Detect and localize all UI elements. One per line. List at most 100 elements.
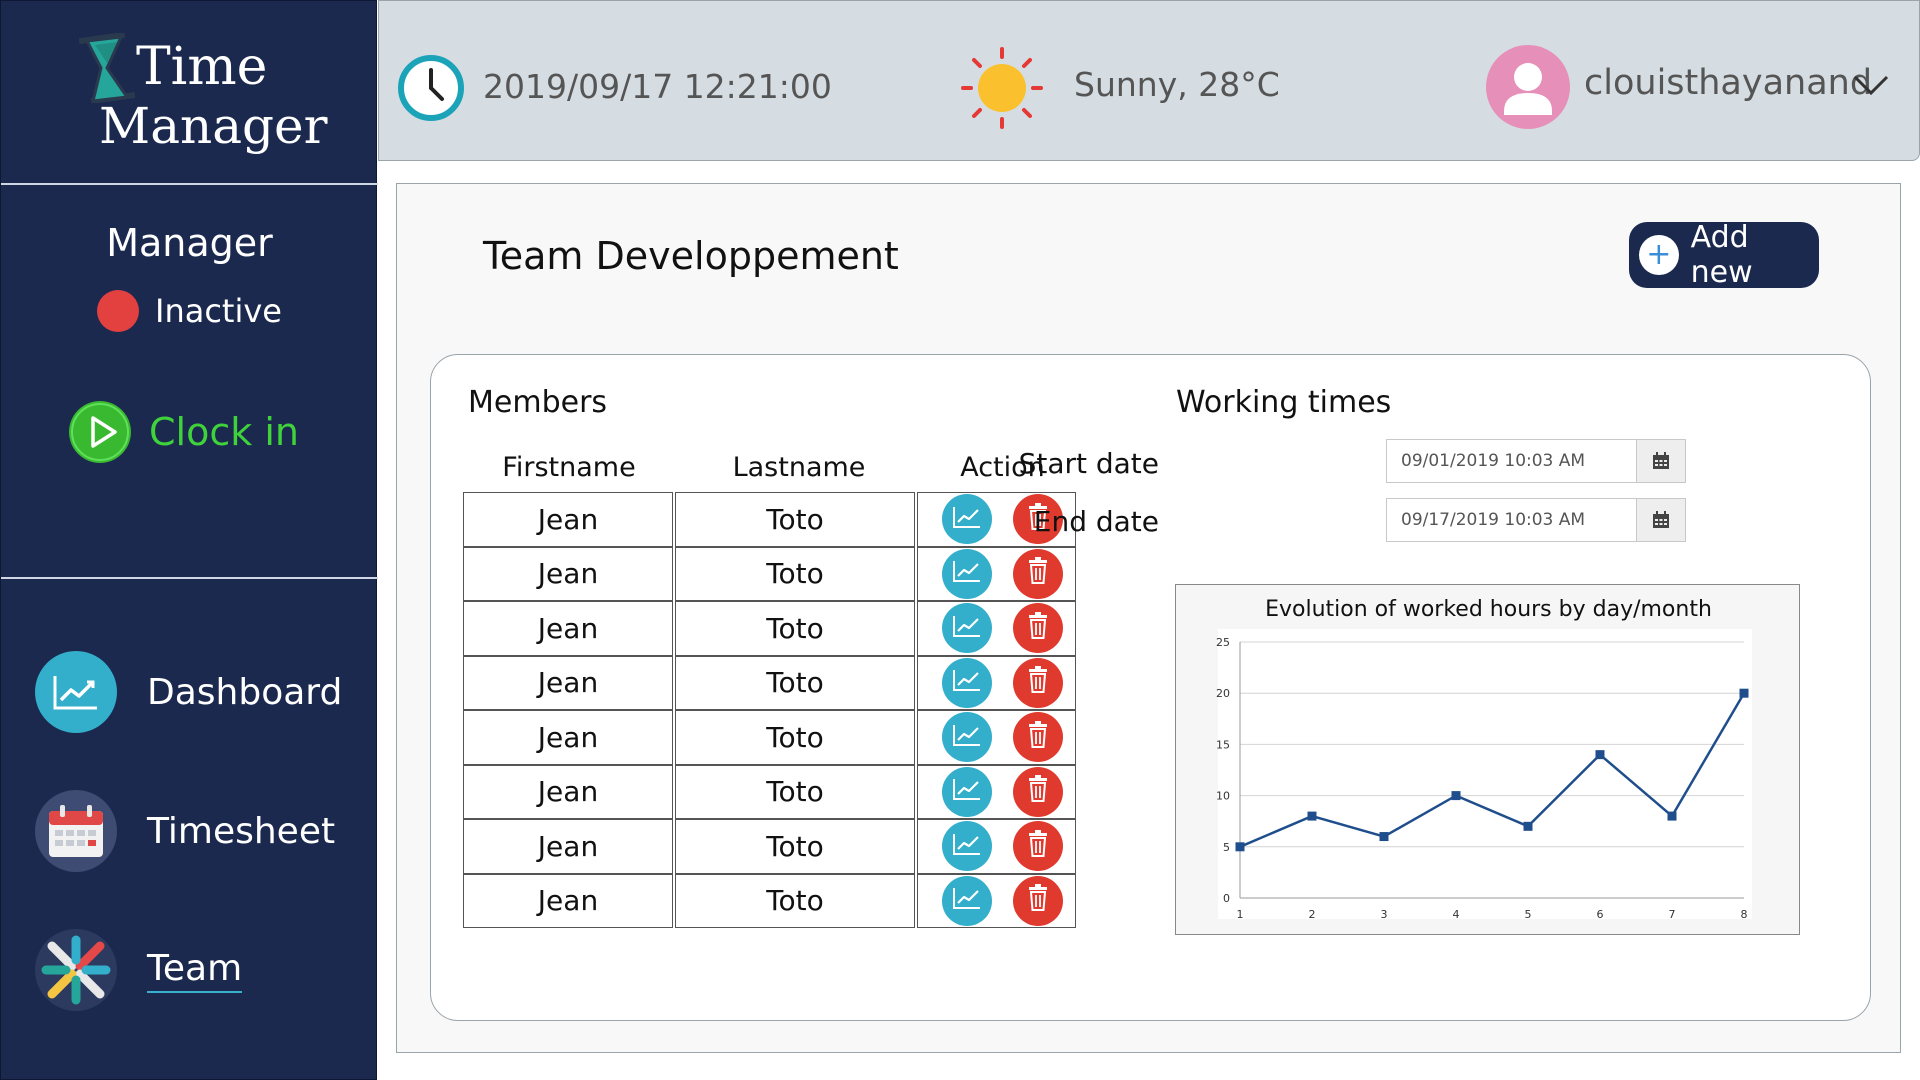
delete-member-button[interactable] xyxy=(1013,766,1063,817)
cell-firstname: Jean xyxy=(463,601,673,656)
x-tick-label: 6 xyxy=(1597,908,1604,921)
sidebar-item-dashboard[interactable]: Dashboard xyxy=(35,651,342,733)
status-dot-icon xyxy=(97,290,139,332)
x-tick-label: 7 xyxy=(1669,908,1676,921)
trash-icon xyxy=(1026,774,1050,809)
column-header-lastname: Lastname xyxy=(732,452,866,483)
view-stats-button[interactable] xyxy=(942,603,992,654)
data-point xyxy=(1379,832,1389,842)
chart-icon xyxy=(952,612,982,645)
table-row: Jean Toto xyxy=(463,819,1076,874)
data-point xyxy=(1667,811,1677,821)
view-stats-button[interactable] xyxy=(942,875,992,926)
sidebar: Time Manager Manager Inactive Clock in D… xyxy=(0,0,378,1080)
username[interactable]: clouisthayanand xyxy=(1584,63,1872,103)
sidebar-item-timesheet[interactable]: Timesheet xyxy=(35,790,335,872)
end-date-input[interactable] xyxy=(1386,498,1636,542)
sidebar-item-team[interactable]: Team xyxy=(35,929,243,1011)
view-stats-button[interactable] xyxy=(942,548,992,599)
cell-action xyxy=(917,873,1076,928)
end-date-label: End date xyxy=(1033,505,1159,538)
start-date-calendar-button[interactable] xyxy=(1636,439,1686,483)
dashboard-chart-icon xyxy=(35,651,117,733)
main-panel: Team Developpement + Add new Members Fir… xyxy=(396,183,1901,1053)
cell-action xyxy=(917,710,1076,765)
chart-icon xyxy=(952,557,982,590)
cell-action xyxy=(917,764,1076,819)
cell-action xyxy=(917,546,1076,601)
status-indicator: Inactive xyxy=(97,289,282,333)
start-date-label: Start date xyxy=(1018,447,1159,480)
clock-icon xyxy=(398,55,464,121)
current-datetime: 2019/09/17 12:21:00 xyxy=(483,67,832,106)
view-stats-button[interactable] xyxy=(942,712,992,763)
cell-firstname: Jean xyxy=(463,492,673,547)
y-tick-label: 15 xyxy=(1216,738,1230,751)
app-window: Time Manager Manager Inactive Clock in D… xyxy=(0,0,1920,1080)
y-tick-label: 5 xyxy=(1223,841,1230,854)
end-date-field xyxy=(1386,498,1686,542)
add-new-label: Add new xyxy=(1690,220,1753,290)
calendar-small-icon xyxy=(1653,511,1669,528)
plus-icon: + xyxy=(1639,235,1679,275)
chart-icon xyxy=(952,721,982,754)
cell-firstname: Jean xyxy=(463,819,673,874)
view-stats-button[interactable] xyxy=(942,657,992,708)
cell-firstname: Jean xyxy=(463,546,673,601)
delete-member-button[interactable] xyxy=(1013,875,1063,926)
plot-area xyxy=(1218,629,1752,919)
x-tick-label: 8 xyxy=(1741,908,1748,921)
delete-member-button[interactable] xyxy=(1013,603,1063,654)
trash-icon xyxy=(1026,720,1050,755)
trash-icon xyxy=(1026,883,1050,918)
cell-lastname: Toto xyxy=(675,546,915,601)
cell-lastname: Toto xyxy=(675,710,915,765)
worked-hours-chart: Evolution of worked hours by day/month 0… xyxy=(1175,584,1800,935)
calendar-small-icon xyxy=(1653,452,1669,469)
chevron-down-icon[interactable] xyxy=(1851,69,1891,101)
avatar[interactable] xyxy=(1486,45,1570,129)
data-point xyxy=(1451,791,1461,801)
table-row: Jean Toto xyxy=(463,710,1076,765)
y-tick-label: 10 xyxy=(1216,790,1230,803)
column-header-firstname: Firstname xyxy=(502,452,636,483)
logo-text-time: Time xyxy=(136,37,268,97)
add-new-button[interactable]: + Add new xyxy=(1629,220,1819,290)
x-tick-label: 4 xyxy=(1453,908,1460,921)
page-title: Team Developpement xyxy=(483,234,899,278)
start-date-field xyxy=(1386,439,1686,483)
sun-icon xyxy=(961,47,1043,129)
delete-member-button[interactable] xyxy=(1013,657,1063,708)
x-tick-label: 2 xyxy=(1309,908,1316,921)
x-tick-label: 1 xyxy=(1237,908,1244,921)
start-date-input[interactable] xyxy=(1386,439,1636,483)
view-stats-button[interactable] xyxy=(942,766,992,817)
data-point xyxy=(1595,750,1605,760)
cell-lastname: Toto xyxy=(675,492,915,547)
play-icon xyxy=(69,401,131,463)
trash-icon xyxy=(1026,556,1050,591)
end-date-calendar-button[interactable] xyxy=(1636,498,1686,542)
app-logo[interactable]: Time Manager xyxy=(71,27,331,157)
weather-text: Sunny, 28°C xyxy=(1074,65,1280,104)
sidebar-divider xyxy=(1,183,378,185)
delete-member-button[interactable] xyxy=(1013,821,1063,872)
delete-member-button[interactable] xyxy=(1013,548,1063,599)
cell-firstname: Jean xyxy=(463,655,673,710)
view-stats-button[interactable] xyxy=(942,821,992,872)
cell-action xyxy=(917,819,1076,874)
table-row: Jean Toto xyxy=(463,601,1076,656)
y-tick-label: 20 xyxy=(1216,687,1230,700)
chart-title: Evolution of worked hours by day/month xyxy=(1265,597,1712,622)
delete-member-button[interactable] xyxy=(1013,712,1063,763)
chart-icon xyxy=(952,884,982,917)
table-row: Jean Toto xyxy=(463,655,1076,710)
data-point xyxy=(1235,842,1245,852)
team-hands-icon xyxy=(35,929,117,1011)
trash-icon xyxy=(1026,611,1050,646)
chart-icon xyxy=(952,830,982,863)
data-point xyxy=(1739,688,1749,698)
user-role: Manager xyxy=(106,221,273,265)
cell-firstname: Jean xyxy=(463,710,673,765)
clock-in-button[interactable]: Clock in xyxy=(69,401,299,463)
